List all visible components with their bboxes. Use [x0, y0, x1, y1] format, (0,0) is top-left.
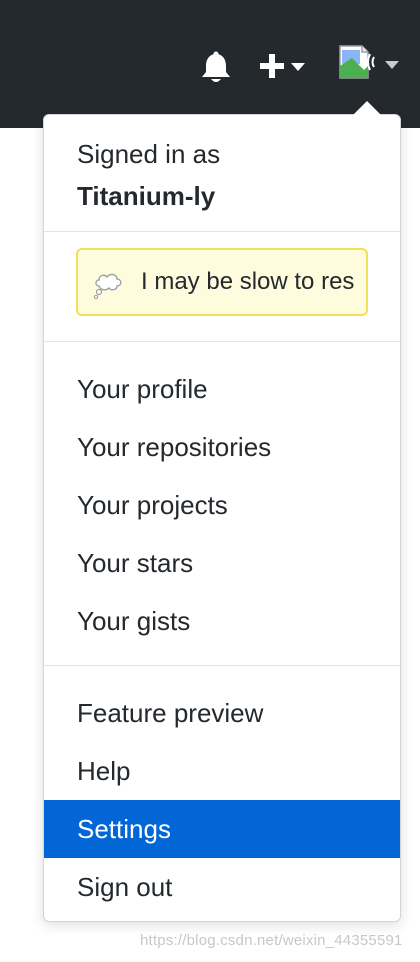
chevron-down-icon	[291, 63, 305, 71]
create-new-dropdown[interactable]	[258, 48, 310, 84]
menu-item-your-stars[interactable]: Your stars	[44, 534, 400, 592]
signed-in-label: Signed in as	[77, 139, 221, 169]
status-message: I may be slow to res	[141, 268, 355, 295]
watermark: https://blog.csdn.net/weixin_44355591	[140, 932, 403, 949]
divider	[44, 665, 400, 666]
menu-item-sign-out[interactable]: Sign out	[44, 858, 400, 916]
chevron-down-icon	[385, 61, 399, 69]
menu-item-help[interactable]: Help	[44, 742, 400, 800]
user-dropdown-menu: Signed in as Titanium-ly I may be slow t…	[43, 114, 401, 922]
divider	[44, 341, 400, 342]
divider	[44, 231, 400, 232]
menu-item-settings[interactable]: Settings	[44, 800, 400, 858]
broken-image-icon	[339, 45, 375, 79]
menu-item-your-repositories[interactable]: Your repositories	[44, 418, 400, 476]
dropdown-caret	[353, 101, 381, 115]
username: Titanium-ly	[77, 181, 216, 211]
menu-item-feature-preview[interactable]: Feature preview	[44, 684, 400, 742]
menu-item-your-gists[interactable]: Your gists	[44, 592, 400, 650]
bell-icon[interactable]	[198, 50, 234, 86]
user-menu-toggle[interactable]	[338, 44, 408, 84]
thought-balloon-icon	[93, 273, 122, 300]
user-status-button[interactable]: I may be slow to res	[76, 248, 368, 316]
menu-item-your-projects[interactable]: Your projects	[44, 476, 400, 534]
menu-item-your-profile[interactable]: Your profile	[44, 360, 400, 418]
plus-icon	[260, 54, 284, 78]
